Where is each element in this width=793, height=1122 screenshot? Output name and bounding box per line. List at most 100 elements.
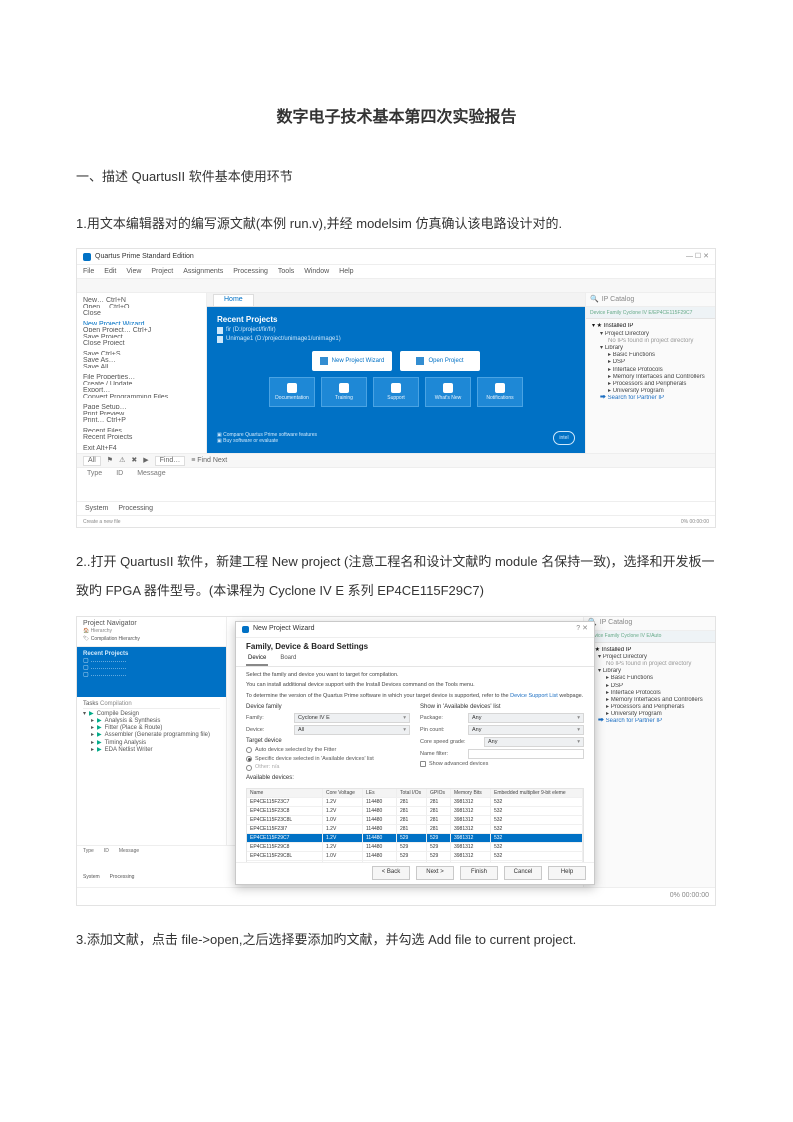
help-button[interactable]: Help	[548, 866, 586, 880]
msg-filter-error[interactable]: ✖	[131, 457, 137, 465]
screenshot-quartus-home: Quartus Prime Standard Edition — ☐ ✕ Fil…	[76, 248, 716, 528]
msg-filter-warn[interactable]: ⚠	[119, 457, 125, 465]
card-open-project[interactable]: Open Project	[400, 351, 480, 371]
menu-window[interactable]: Window	[304, 268, 329, 276]
table-row[interactable]: EP4CE115F23C81.2V1144802812813981312532	[247, 806, 583, 815]
menu-help[interactable]: Help	[339, 268, 353, 276]
device-support-link[interactable]: Device Support List	[510, 693, 558, 699]
available-devices-table[interactable]: Name Core Voltage LEs Total I/Os GPIOs M…	[246, 788, 584, 861]
ip-catalog-search[interactable]: 🔍 IP Catalog	[584, 617, 715, 631]
tile-whats-new[interactable]: What's New	[425, 377, 471, 407]
messages-panel: All ⚑ ⚠ ✖ ▶ Find… ≡ Find Next Type ID Me…	[77, 453, 715, 515]
table-row[interactable]: EP4CE115F29C8L1.0V1144805295293981312532	[247, 851, 583, 860]
radio-other: Other: n/a	[246, 764, 410, 771]
toolbar[interactable]	[77, 279, 715, 293]
tab-board[interactable]: Board	[278, 653, 298, 666]
open-icon	[416, 357, 424, 365]
finish-button[interactable]: Finish	[460, 866, 498, 880]
table-row[interactable]: EP4CE115F23C71.2V1144802812813981312532	[247, 797, 583, 806]
table-row[interactable]: EP4CE115F29C81.2V1144805295293981312532	[247, 842, 583, 851]
menu-tools[interactable]: Tools	[278, 268, 294, 276]
file-menu-item[interactable]: Save Project	[83, 334, 200, 338]
file-menu-item[interactable]: Convert Programming Files…	[83, 394, 200, 398]
ip-catalog-device[interactable]: Device Family Cyclone IV E/EP4CE115F29C7	[586, 307, 715, 319]
task-item[interactable]: ▸ ▶ Assembler (Generate programming file…	[83, 732, 220, 739]
tile-training[interactable]: Training	[321, 377, 367, 407]
menu-file[interactable]: File	[83, 268, 94, 276]
task-item[interactable]: ▸ ▶ Analysis & Synthesis	[83, 718, 220, 725]
file-menu-item[interactable]: Recent Projects	[83, 434, 200, 438]
doc-title: 数字电子技术基本第四次实验报告	[76, 100, 717, 135]
file-menu-item[interactable]: Open… Ctrl+O	[83, 304, 200, 308]
family-select[interactable]: Cyclone IV E▾	[294, 713, 410, 723]
msg-tab-processing[interactable]: Processing	[118, 505, 153, 513]
file-menu-item[interactable]: File Properties…	[83, 374, 200, 378]
ip-catalog-device[interactable]: Device Family Cyclone IV E/Auto	[584, 631, 715, 643]
task-item[interactable]: ▾ ▶ Compile Design	[83, 711, 220, 718]
recent-project[interactable]: Unimage1 (D:/project/unimage1/unimage1)	[217, 336, 575, 343]
speed-select[interactable]: Any▾	[484, 737, 584, 747]
menu-project[interactable]: Project	[151, 268, 173, 276]
cancel-button[interactable]: Cancel	[504, 866, 542, 880]
file-menu-item[interactable]: Print… Ctrl+P	[83, 417, 200, 421]
menu-edit[interactable]: Edit	[104, 268, 116, 276]
file-menu-item[interactable]: Save As…	[83, 357, 200, 361]
menu-assignments[interactable]: Assignments	[183, 268, 223, 276]
file-menu-item[interactable]: New Project Wizard…	[83, 321, 200, 325]
editor-tabstrip[interactable]: Home	[207, 293, 585, 307]
tab-home[interactable]: Home	[213, 294, 254, 305]
file-menu-item[interactable]: Close Project	[83, 340, 200, 344]
task-item[interactable]: ▸ ▶ EDA Netlist Writer	[83, 747, 220, 754]
home-footer-link[interactable]: ▣ Buy software or evaluate	[217, 438, 317, 444]
table-row[interactable]: EP4CE115F23C8L1.0V1144802812813981312532	[247, 815, 583, 824]
file-menu-item[interactable]: Page Setup…	[83, 404, 200, 408]
file-menu-item[interactable]: Print Preview	[83, 411, 200, 415]
window-buttons[interactable]: — ☐ ✕	[686, 253, 709, 261]
messages-toolbar[interactable]: All ⚑ ⚠ ✖ ▶ Find… ≡ Find Next	[77, 454, 715, 468]
menu-bar[interactable]: File Edit View Project Assignments Proce…	[77, 265, 715, 279]
card-new-project-wizard[interactable]: New Project Wizard	[312, 351, 392, 371]
radio-specific-device[interactable]: Specific device selected in 'Available d…	[246, 756, 410, 763]
tile-notifications[interactable]: Notifications	[477, 377, 523, 407]
recent-project[interactable]: fir (D:/project/fir/fir)	[217, 327, 575, 334]
file-menu-item[interactable]: Recent Files	[83, 428, 200, 432]
tile-support[interactable]: Support	[373, 377, 419, 407]
tab-device[interactable]: Device	[246, 653, 268, 666]
device-select[interactable]: All▾	[294, 725, 410, 735]
name-filter-input[interactable]	[468, 749, 584, 759]
back-button[interactable]: < Back	[372, 866, 410, 880]
msg-tab-system[interactable]: System	[85, 505, 108, 513]
task-item[interactable]: ▸ ▶ Fitter (Place & Route)	[83, 725, 220, 732]
file-menu-dropdown[interactable]: New… Ctrl+N Open… Ctrl+O Close New Proje…	[77, 293, 207, 453]
task-item[interactable]: ▸ ▶ Timing Analysis	[83, 740, 220, 747]
file-menu-item[interactable]: Exit Alt+F4	[83, 445, 200, 449]
table-row[interactable]: EP4CE115F29C71.2V1144805295293981312532	[247, 833, 583, 842]
msg-find[interactable]: Find…	[155, 456, 186, 466]
file-menu-item[interactable]: Close	[83, 310, 200, 314]
quartus-icon	[242, 626, 249, 633]
msg-filter-flag[interactable]: ⚑	[107, 457, 113, 465]
file-menu-item[interactable]: Create / Update	[83, 381, 200, 385]
msg-find-next[interactable]: ≡ Find Next	[191, 457, 227, 465]
ip-catalog-tree[interactable]: ▾ ★ Installed IP ▾ Project Directory No …	[586, 319, 715, 453]
menu-view[interactable]: View	[126, 268, 141, 276]
ip-catalog-tree[interactable]: ▾ ★ Installed IP ▾ Project Directory No …	[584, 643, 715, 730]
table-row[interactable]: EP4CE115F23I71.2V1144802812813981312532	[247, 824, 583, 833]
msg-filter-all[interactable]: All	[83, 456, 101, 466]
menu-processing[interactable]: Processing	[233, 268, 268, 276]
file-menu-item[interactable]: Save Ctrl+S	[83, 351, 200, 355]
file-menu-item[interactable]: New… Ctrl+N	[83, 297, 200, 301]
file-menu-item[interactable]: Export…	[83, 387, 200, 391]
dialog-close[interactable]: ? ✕	[576, 625, 588, 633]
ip-catalog-search[interactable]: 🔍 IP Catalog	[586, 293, 715, 307]
chk-advanced[interactable]: Show advanced devices	[420, 761, 584, 768]
package-select[interactable]: Any▾	[468, 713, 584, 723]
tile-documentation[interactable]: Documentation	[269, 377, 315, 407]
file-menu-item[interactable]: Open Project… Ctrl+J	[83, 327, 200, 331]
file-menu-item[interactable]: Save All	[83, 364, 200, 368]
radio-auto-device[interactable]: Auto device selected by the Fitter	[246, 747, 410, 754]
pincount-select[interactable]: Any▾	[468, 725, 584, 735]
dialog-title: New Project Wizard	[253, 625, 314, 633]
next-button[interactable]: Next >	[416, 866, 454, 880]
msg-filter-run[interactable]: ▶	[143, 457, 148, 465]
